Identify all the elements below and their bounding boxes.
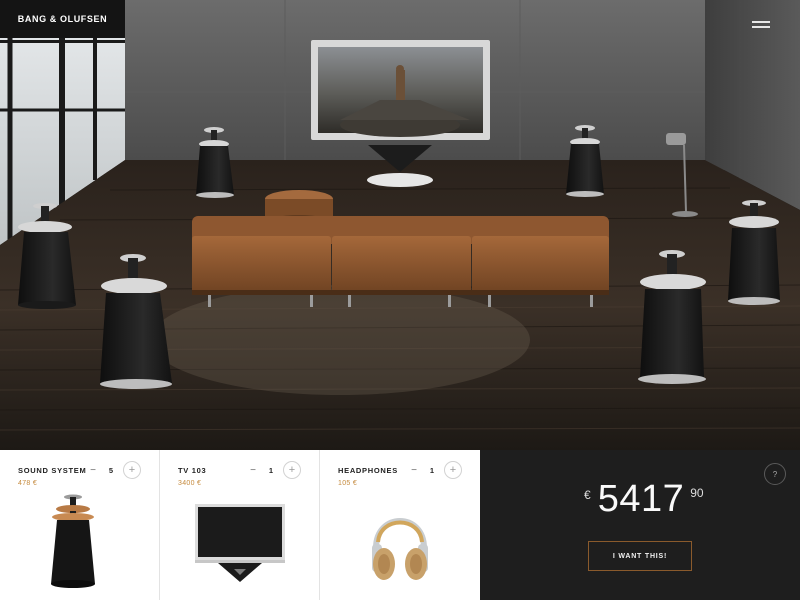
product-price: 105 €	[338, 480, 358, 487]
decrement-button[interactable]: −	[408, 465, 420, 476]
total-price: € 5417 90	[584, 480, 704, 518]
product-card-headphones[interactable]: HEADPHONES 105 € − 1 +	[320, 450, 480, 600]
headphones-icon	[372, 518, 428, 580]
quantity-value: 1	[429, 465, 435, 475]
product-price: 478 €	[18, 480, 38, 487]
product-card-sound-system[interactable]: SOUND SYSTEM 478 € − 5 +	[0, 450, 160, 600]
product-list: SOUND SYSTEM 478 € − 5 + TV 103 3400 € −…	[0, 450, 480, 600]
menu-line	[752, 26, 770, 28]
checkout-panel: ? € 5417 90 I WANT THIS!	[480, 450, 800, 600]
quantity-stepper: − 5 +	[87, 461, 141, 479]
currency-symbol: €	[584, 488, 591, 502]
hamburger-menu-icon[interactable]	[752, 18, 772, 30]
living-room-scene	[0, 0, 800, 450]
product-card-tv[interactable]: TV 103 3400 € − 1 +	[160, 450, 320, 600]
increment-button[interactable]: +	[123, 461, 141, 479]
television-icon	[195, 504, 285, 582]
i-want-this-button[interactable]: I WANT THIS!	[588, 541, 692, 571]
product-name: TV 103	[178, 466, 207, 475]
speaker-icon	[51, 494, 95, 588]
quantity-stepper: − 1 +	[408, 461, 462, 479]
increment-button[interactable]: +	[444, 461, 462, 479]
hero-image: BANG & OLUFSEN	[0, 0, 800, 450]
product-price: 3400 €	[178, 480, 202, 487]
quantity-stepper: − 1 +	[247, 461, 301, 479]
product-name: SOUND SYSTEM	[18, 466, 87, 475]
quantity-value: 5	[108, 465, 114, 475]
total-cents: 90	[690, 486, 704, 500]
help-badge[interactable]: ?	[764, 463, 786, 485]
quantity-value: 1	[268, 465, 274, 475]
decrement-button[interactable]: −	[87, 465, 99, 476]
product-name: HEADPHONES	[338, 466, 398, 475]
menu-line	[752, 21, 770, 23]
total-amount: 5417	[597, 478, 685, 520]
increment-button[interactable]: +	[283, 461, 301, 479]
brand-logo[interactable]: BANG & OLUFSEN	[0, 0, 125, 38]
decrement-button[interactable]: −	[247, 465, 259, 476]
